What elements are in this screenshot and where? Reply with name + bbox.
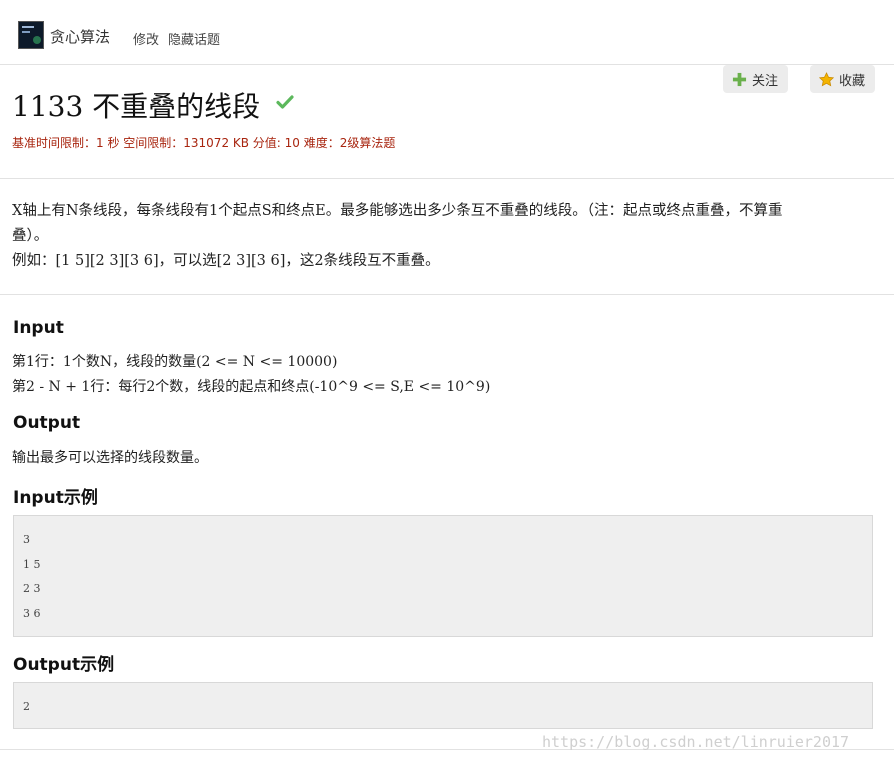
problem-description: X轴上有N条线段，每条线段有1个起点S和终点E。最多能够选出多少条互不重叠的线段… — [12, 199, 872, 274]
output-description: 输出最多可以选择的线段数量。 — [12, 450, 208, 466]
input-example-box: 3 1 5 2 3 3 6 — [13, 515, 873, 637]
problem-title: 1133 不重叠的线段 — [12, 90, 261, 123]
input-line: 第2 - N + 1行：每行2个数，线段的起点和终点(-10^9 <= S,E … — [12, 379, 491, 395]
plus-icon — [732, 72, 747, 86]
follow-button[interactable]: 关注 — [723, 65, 789, 93]
code-line: 3 — [23, 533, 30, 546]
output-heading: Output — [13, 413, 81, 433]
edit-topic-link[interactable]: 修改 — [133, 29, 159, 48]
check-icon — [276, 95, 294, 109]
favorite-label: 收藏 — [839, 73, 866, 89]
topic-bar: 贪心算法 修改 隐藏话题 — [0, 0, 894, 65]
input-example-heading: Input示例 — [13, 488, 98, 508]
code-line: 1 5 — [23, 558, 41, 571]
star-icon — [819, 71, 834, 86]
divider — [0, 294, 894, 295]
problem-limits: 基准时间限制：1 秒 空间限制：131072 KB 分值: 10 难度：2级算法… — [12, 136, 396, 150]
description-line: X轴上有N条线段，每条线段有1个起点S和终点E。最多能够选出多少条互不重叠的线段… — [12, 203, 783, 219]
follow-label: 关注 — [752, 73, 779, 89]
output-example-box: 2 — [13, 682, 873, 729]
input-heading: Input — [13, 318, 64, 338]
divider — [0, 178, 894, 179]
code-line: 3 6 — [23, 607, 41, 620]
input-description: 第1行：1个数N，线段的数量(2 <= N <= 10000) 第2 - N +… — [12, 350, 490, 400]
topic-name[interactable]: 贪心算法 — [50, 26, 110, 47]
hide-topic-link[interactable]: 隐藏话题 — [168, 29, 220, 48]
description-line: 叠）。 — [12, 228, 49, 244]
code-line: 2 3 — [23, 582, 41, 595]
watermark: https://blog.csdn.net/linruier2017 — [542, 733, 850, 751]
input-line: 第1行：1个数N，线段的数量(2 <= N <= 10000) — [12, 354, 338, 370]
output-example-heading: Output示例 — [13, 655, 115, 675]
code-line: 2 — [23, 700, 30, 713]
description-line: 例如：[1 5][2 3][3 6]，可以选[2 3][3 6]，这2条线段互不… — [12, 253, 440, 269]
topic-thumbnail-icon[interactable] — [18, 21, 44, 49]
favorite-button[interactable]: 收藏 — [810, 65, 876, 93]
